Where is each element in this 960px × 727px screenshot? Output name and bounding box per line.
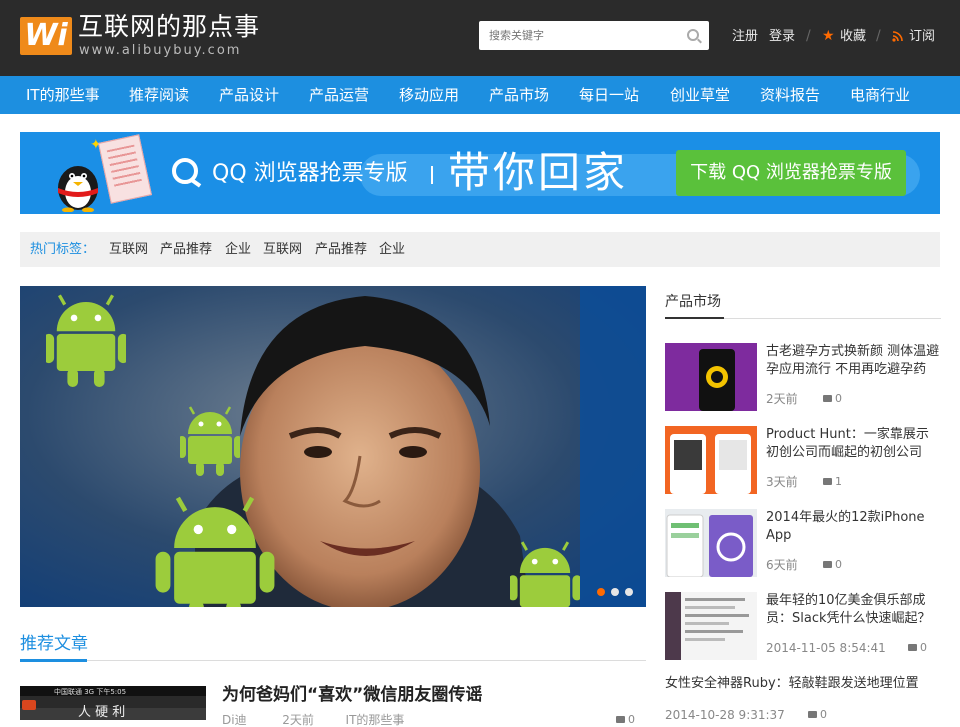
logo-mark-text: Wi (24, 18, 68, 53)
sidebar-thumbnail[interactable] (665, 343, 757, 411)
search-box (479, 21, 709, 50)
rss-icon[interactable] (892, 31, 903, 42)
tag-link[interactable]: 产品推荐 (315, 241, 367, 258)
sidebar-article-time: 6天前 (766, 558, 798, 572)
sidebar-thumbnail[interactable] (665, 509, 757, 577)
article-category[interactable]: IT的那些事 (346, 713, 405, 727)
sidebar-article[interactable]: 最年轻的10亿美金俱乐部成员：Slack凭什么快速崛起？ 2014-11-05 … (665, 592, 941, 664)
sidebar-title[interactable]: 产品市场 (665, 293, 721, 311)
article-title[interactable]: 为何爸妈们“喜欢”微信朋友圈传谣 (222, 684, 482, 706)
sidebar-article-time: 3天前 (766, 475, 798, 489)
sidebar-article-title[interactable]: 2014年最火的12款iPhone App (766, 509, 941, 545)
penguin-mascot (58, 166, 98, 212)
nav-item-market[interactable]: 产品市场 (489, 76, 549, 114)
banner-divider (431, 166, 433, 184)
sidebar-article-time: 2014-11-05 8:54:41 (766, 641, 886, 655)
sidebar-thumb-image (665, 509, 757, 577)
sidebar-thumbnail[interactable] (665, 592, 757, 660)
sidebar-article[interactable]: 古老避孕方式换新颜 测体温避孕应用流行 不用再吃避孕药 2天前 0 (665, 343, 941, 415)
ad-banner[interactable]: ✦ ✦ QQ 浏览器抢票专版 带你回家 下载 QQ 浏览器抢票专版 (20, 132, 940, 214)
tag-link[interactable]: 企业 (379, 241, 405, 258)
star-icon[interactable]: ★ (822, 28, 835, 44)
sidebar-article-title[interactable]: 女性安全神器Ruby：轻敲鞋跟发送地理位置 (665, 675, 919, 693)
section-divider-accent (20, 659, 87, 662)
article-comment-count: 0 (628, 713, 635, 726)
site-url: www.alibuybuy.com (79, 43, 242, 58)
site-name[interactable]: 互联网的那点事 (78, 12, 260, 42)
ticket-image (98, 134, 152, 204)
sidebar-divider-accent (665, 317, 724, 319)
article-thumb-image: 中国联通 3G 下午5:05 人 硬 利 (20, 686, 206, 720)
nav-item-product-design[interactable]: 产品设计 (219, 76, 279, 114)
search-icon[interactable] (687, 29, 699, 41)
article-thumbnail[interactable]: 中国联通 3G 下午5:05 人 硬 利 (20, 686, 206, 720)
search-input[interactable] (479, 21, 679, 50)
qq-browser-logo (172, 158, 198, 184)
nav-item-daily-site[interactable]: 每日一站 (579, 76, 639, 114)
nav-item-mobile[interactable]: 移动应用 (399, 76, 459, 114)
sidebar-comment-count: 0 (835, 392, 842, 405)
slider-image (20, 286, 646, 607)
sidebar-thumb-image (665, 592, 757, 660)
article-time: 2天前 (282, 713, 314, 727)
article-meta: Di迪 2天前 IT的那些事 (222, 713, 404, 727)
sidebar-thumb-image (665, 426, 757, 494)
nav-item-product-ops[interactable]: 产品运营 (309, 76, 369, 114)
slider-dot[interactable] (597, 588, 605, 596)
sidebar-article[interactable]: 2014年最火的12款iPhone App 6天前 0 (665, 509, 941, 581)
sidebar-comment-count: 0 (835, 558, 842, 571)
header-separator: / (806, 28, 811, 44)
comment-icon (808, 711, 817, 718)
comment-icon (908, 644, 917, 651)
login-link[interactable]: 登录 (769, 29, 795, 45)
tag-link[interactable]: 互联网 (263, 241, 302, 258)
sidebar-article[interactable]: Product Hunt：一家靠展示初创公司而崛起的初创公司 3天前 1 (665, 426, 941, 498)
recommended-section-title[interactable]: 推荐文章 (20, 634, 88, 654)
article-author[interactable]: Di迪 (222, 713, 247, 727)
tag-link[interactable]: 企业 (225, 241, 251, 258)
sidebar-article-title[interactable]: Product Hunt：一家靠展示初创公司而崛起的初创公司 (766, 426, 941, 462)
nav-item-recommended[interactable]: 推荐阅读 (129, 76, 189, 114)
nav-item-it[interactable]: IT的那些事 (26, 76, 100, 114)
sidebar-thumb-image (665, 343, 757, 411)
register-link[interactable]: 注册 (732, 29, 758, 45)
tag-link[interactable]: 互联网 (109, 241, 148, 258)
featured-slider[interactable] (20, 286, 646, 607)
slider-dot[interactable] (625, 588, 633, 596)
comment-icon (823, 561, 832, 568)
subscribe-link[interactable]: 订阅 (909, 29, 935, 45)
comment-icon (823, 395, 832, 402)
hot-tags-bar: 热门标签： 互联网 产品推荐 企业 互联网 产品推荐 企业 (20, 232, 940, 267)
header-separator: / (876, 28, 881, 44)
slider-dot[interactable] (611, 588, 619, 596)
sidebar-article-time: 2014-10-28 9:31:37 (665, 708, 785, 722)
sidebar-article-title[interactable]: 最年轻的10亿美金俱乐部成员：Slack凭什么快速崛起？ (766, 592, 941, 628)
sidebar-thumbnail[interactable] (665, 426, 757, 494)
nav-item-startup[interactable]: 创业草堂 (670, 76, 730, 114)
nav-item-reports[interactable]: 资料报告 (760, 76, 820, 114)
main-nav: IT的那些事 推荐阅读 产品设计 产品运营 移动应用 产品市场 每日一站 创业草… (0, 76, 960, 114)
sidebar-article-time: 2天前 (766, 392, 798, 406)
site-logo[interactable]: Wi (20, 17, 72, 55)
comment-icon (823, 478, 832, 485)
favorite-link[interactable]: 收藏 (840, 29, 866, 45)
section-divider (20, 660, 646, 661)
tag-link[interactable]: 产品推荐 (160, 241, 212, 258)
sidebar-article-title[interactable]: 古老避孕方式换新颜 测体温避孕应用流行 不用再吃避孕药 (766, 343, 941, 379)
svg-text:人 硬 利: 人 硬 利 (78, 705, 125, 720)
nav-item-ecommerce[interactable]: 电商行业 (850, 76, 910, 114)
sidebar-comment-count: 0 (920, 641, 927, 654)
sidebar-comment-count: 1 (835, 475, 842, 488)
banner-product-name: QQ 浏览器抢票专版 (212, 161, 408, 186)
banner-slogan: 带你回家 (448, 148, 629, 197)
thumb-text: 中国联通 3G 下午5:05 (54, 687, 126, 696)
banner-download-button[interactable]: 下载 QQ 浏览器抢票专版 (676, 150, 906, 196)
hot-tags-label: 热门标签： (30, 242, 96, 257)
